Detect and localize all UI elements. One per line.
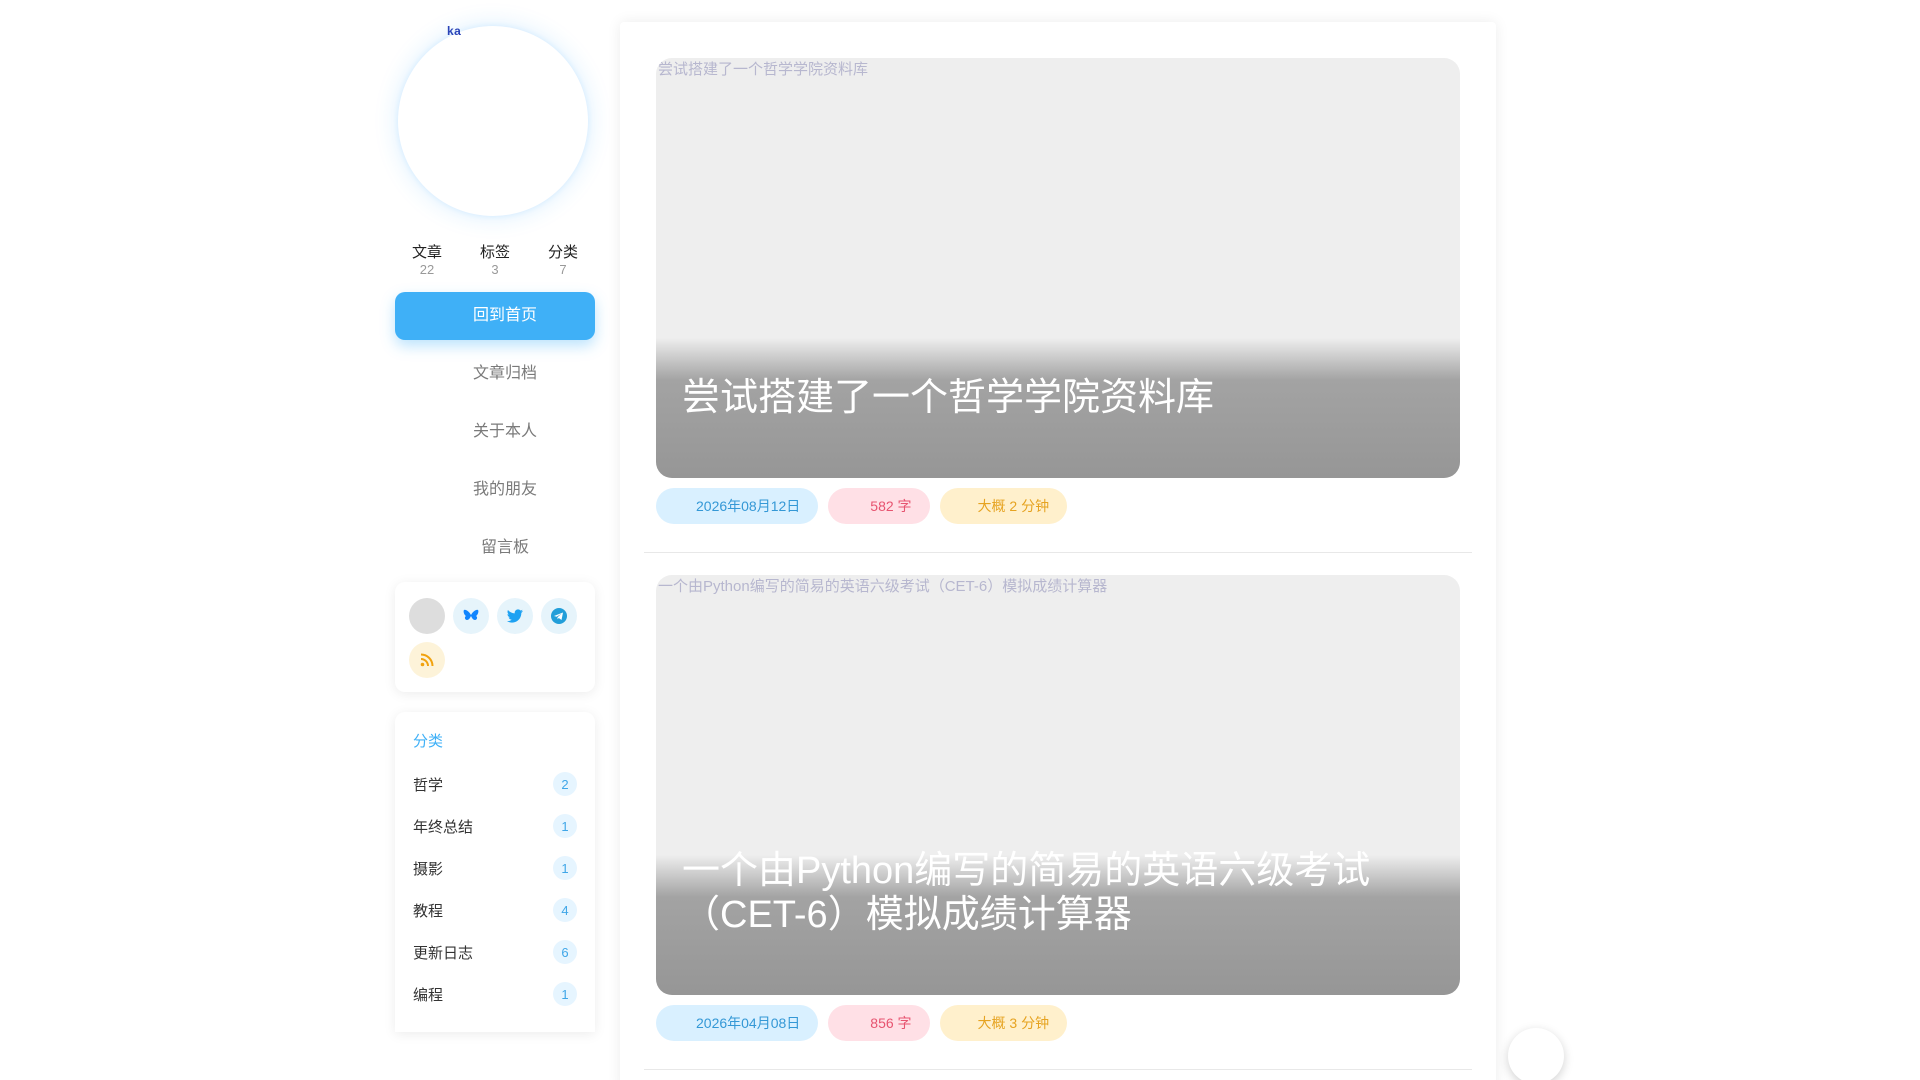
stat-articles[interactable]: 文章 22	[399, 244, 455, 278]
category-label: 摄影	[413, 860, 444, 878]
category-item[interactable]: 年终总结 1	[413, 805, 577, 847]
cover-alt-text: 一个由Python编写的简易的英语六级考试（CET-6）模拟成绩计算器	[658, 578, 1108, 595]
post-meta: 2026年08月12日 582 字 大概 2 分钟	[644, 488, 1472, 553]
social-links-card	[395, 582, 595, 692]
rss-icon[interactable]	[409, 642, 445, 678]
categories-card: 分类 哲学 2 年终总结 1 摄影 1 教程 4 更新日志 6 编程 1	[395, 712, 595, 1032]
category-count-badge: 6	[553, 940, 577, 964]
sidebar-nav: 回到首页 文章归档 关于本人 我的朋友 留言板	[395, 292, 595, 572]
page: ka 文章 22 标签 3 分类 7 回到首页 文章归档 关于本人 我的朋友 留…	[0, 0, 1920, 1080]
nav-item-home[interactable]: 回到首页	[395, 292, 595, 340]
category-count-badge: 2	[553, 772, 577, 796]
stat-label: 分类	[547, 244, 578, 261]
blank-circle-icon[interactable]	[409, 598, 445, 634]
bluesky-butterfly-icon[interactable]	[453, 598, 489, 634]
post-card: 一个由Python编写的简易的英语六级考试（CET-6）模拟成绩计算器 一个由P…	[620, 553, 1496, 1070]
back-to-top-button[interactable]	[1508, 1028, 1564, 1080]
post-list: 尝试搭建了一个哲学学院资料库 尝试搭建了一个哲学学院资料库 2026年08月12…	[620, 22, 1496, 1080]
post-date-badge: 2026年08月12日	[656, 488, 819, 524]
word-count-badge: 856 字	[828, 1005, 930, 1041]
reading-time-badge: 大概 3 分钟	[939, 1005, 1068, 1041]
cover-alt-text: 尝试搭建了一个哲学学院资料库	[658, 61, 869, 78]
twitter-bird-icon[interactable]	[497, 598, 533, 634]
word-count-badge: 582 字	[828, 488, 930, 524]
stat-label: 标签	[479, 244, 510, 261]
category-count-badge: 1	[553, 814, 577, 838]
stat-value: 7	[559, 262, 567, 277]
nav-item-guestbook[interactable]: 留言板	[395, 524, 595, 572]
nav-item-archive[interactable]: 文章归档	[395, 350, 595, 398]
sidebar: ka 文章 22 标签 3 分类 7 回到首页 文章归档 关于本人 我的朋友 留…	[395, 16, 595, 1032]
post-card: 尝试搭建了一个哲学学院资料库 尝试搭建了一个哲学学院资料库 2026年08月12…	[620, 22, 1496, 553]
post-date-badge: 2026年04月08日	[656, 1005, 819, 1041]
category-label: 编程	[413, 986, 444, 1004]
telegram-plane-icon[interactable]	[541, 598, 577, 634]
category-label: 年终总结	[413, 818, 474, 836]
post-meta: 2026年04月08日 856 字 大概 3 分钟	[644, 1005, 1472, 1070]
category-item[interactable]: 哲学 2	[413, 763, 577, 805]
stat-value: 3	[491, 262, 499, 277]
category-item[interactable]: 摄影 1	[413, 847, 577, 889]
reading-time-badge: 大概 2 分钟	[939, 488, 1068, 524]
category-label: 更新日志	[413, 944, 474, 962]
post-title[interactable]: 一个由Python编写的简易的英语六级考试（CET-6）模拟成绩计算器	[682, 849, 1434, 937]
avatar-image[interactable]	[398, 26, 588, 216]
post-title[interactable]: 尝试搭建了一个哲学学院资料库	[682, 376, 1434, 420]
stat-tags[interactable]: 标签 3	[467, 244, 523, 278]
category-item[interactable]: 编程 1	[413, 973, 577, 1015]
avatar[interactable]: ka	[395, 16, 595, 216]
category-label: 教程	[413, 902, 444, 920]
site-stats: 文章 22 标签 3 分类 7	[395, 244, 595, 278]
categories-title: 分类	[413, 733, 444, 750]
post-cover-image[interactable]: 尝试搭建了一个哲学学院资料库 尝试搭建了一个哲学学院资料库	[656, 58, 1460, 478]
category-count-badge: 4	[553, 898, 577, 922]
stat-label: 文章	[411, 244, 442, 261]
category-item[interactable]: 教程 4	[413, 889, 577, 931]
category-count-badge: 1	[553, 982, 577, 1006]
nav-item-about[interactable]: 关于本人	[395, 408, 595, 456]
post-cover-image[interactable]: 一个由Python编写的简易的英语六级考试（CET-6）模拟成绩计算器 一个由P…	[656, 575, 1460, 995]
nav-item-friends[interactable]: 我的朋友	[395, 466, 595, 514]
category-label: 哲学	[413, 776, 444, 794]
stat-value: 22	[419, 262, 435, 277]
avatar-alt-text: ka	[447, 24, 462, 38]
category-count-badge: 1	[553, 856, 577, 880]
stat-categories[interactable]: 分类 7	[535, 244, 591, 278]
category-item[interactable]: 更新日志 6	[413, 931, 577, 973]
